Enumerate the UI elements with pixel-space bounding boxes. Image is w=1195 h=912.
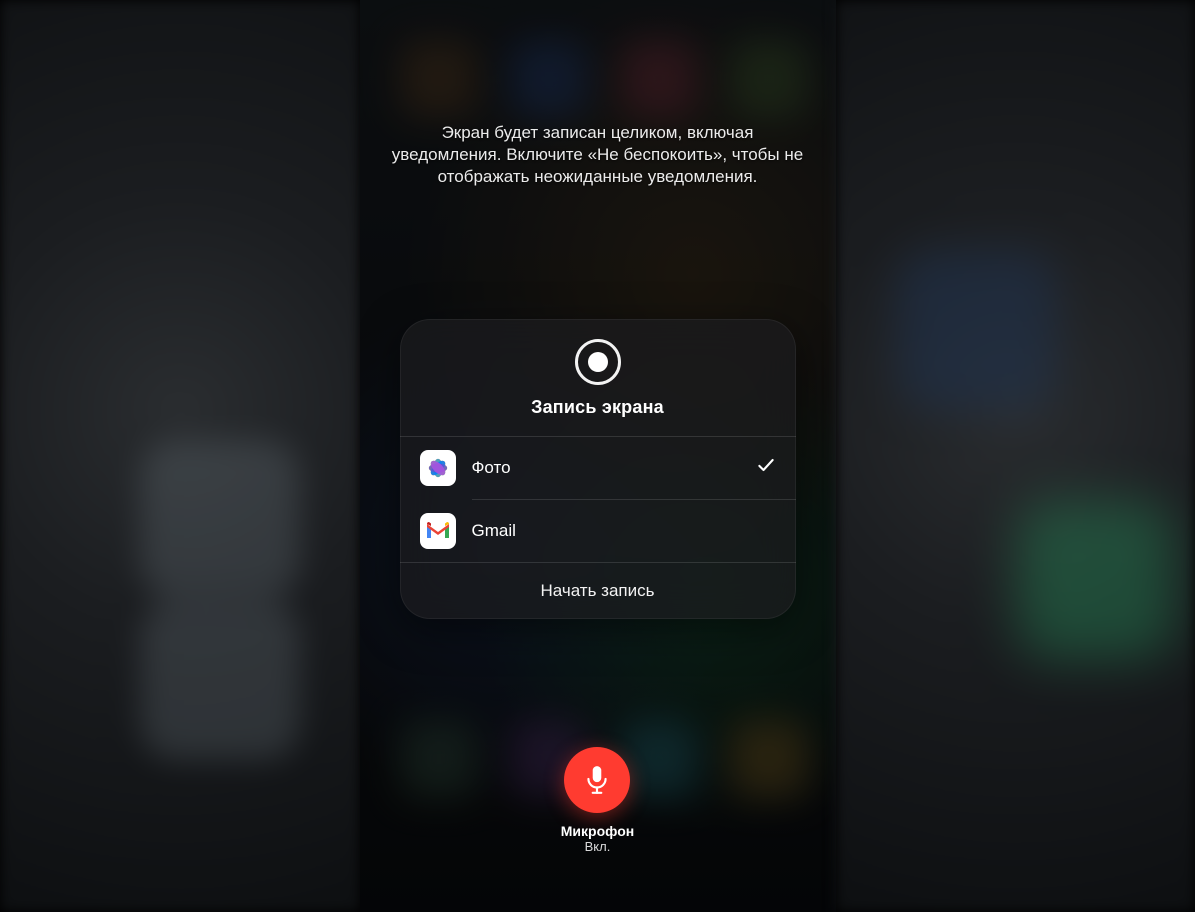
gmail-icon bbox=[420, 513, 456, 549]
phone-frame: Экран будет записан целиком, включая уве… bbox=[360, 0, 836, 912]
photos-icon bbox=[420, 450, 456, 486]
start-recording-label: Начать запись bbox=[541, 581, 655, 601]
screen-recording-panel: Запись экрана bbox=[400, 319, 796, 619]
info-text: Экран будет записан целиком, включая уве… bbox=[388, 122, 808, 187]
panel-title: Запись экрана bbox=[531, 397, 664, 418]
microphone-status: Вкл. bbox=[585, 839, 611, 854]
start-recording-button[interactable]: Начать запись bbox=[400, 562, 796, 619]
app-row-label: Фото bbox=[472, 458, 756, 478]
checkmark-icon bbox=[756, 455, 776, 481]
record-icon bbox=[575, 339, 621, 385]
microphone-icon bbox=[583, 765, 611, 795]
app-row-label: Gmail bbox=[472, 521, 776, 541]
microphone-toggle[interactable] bbox=[564, 747, 630, 813]
app-row-photos[interactable]: Фото bbox=[400, 436, 796, 499]
microphone-label: Микрофон bbox=[561, 823, 634, 839]
app-row-gmail[interactable]: Gmail bbox=[400, 500, 796, 562]
